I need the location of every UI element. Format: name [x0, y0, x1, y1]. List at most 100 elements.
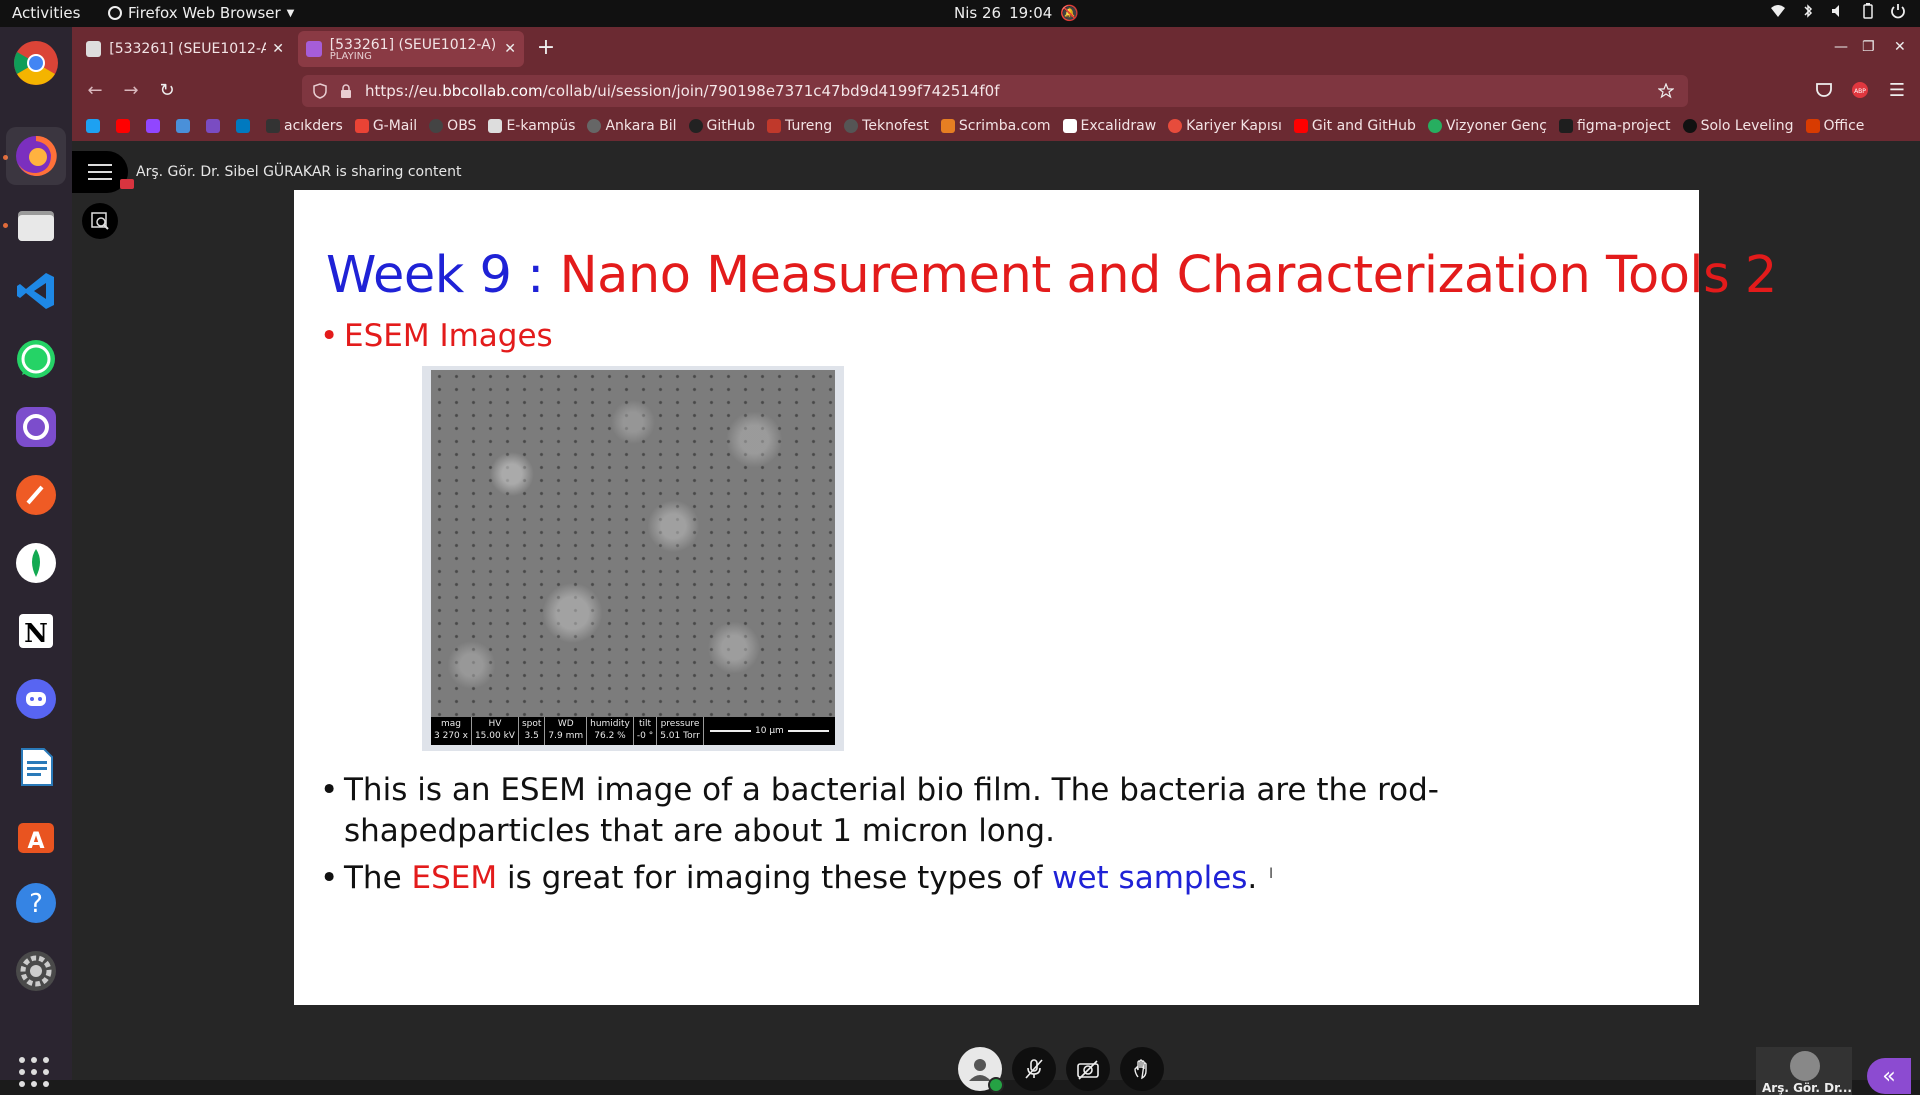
- files-icon[interactable]: [12, 201, 60, 249]
- bookmark-office[interactable]: Office: [1805, 118, 1865, 134]
- forward-icon[interactable]: →: [120, 80, 142, 102]
- shield-icon[interactable]: [312, 83, 328, 99]
- bookmark-item[interactable]: [236, 119, 254, 133]
- github-icon[interactable]: [12, 403, 60, 451]
- bookmark-label: Solo Leveling: [1700, 118, 1794, 134]
- bookmark-kariyer-kapisi[interactable]: Kariyer Kapısı: [1168, 118, 1282, 134]
- youtube-icon: [1293, 119, 1308, 133]
- bookmark-obs[interactable]: OBS: [429, 118, 476, 134]
- bookmark-item[interactable]: [206, 119, 224, 133]
- double-chevron-left-icon: «: [1882, 1063, 1896, 1089]
- whatsapp-icon[interactable]: [12, 335, 60, 383]
- activities-button[interactable]: Activities: [12, 4, 80, 22]
- close-tab-icon[interactable]: ✕: [272, 41, 284, 57]
- date-label: Nis 26: [954, 4, 1002, 22]
- wifi-icon: [1771, 5, 1785, 17]
- twitch-icon: [146, 119, 160, 133]
- close-tab-icon[interactable]: ✕: [504, 41, 516, 57]
- bookmark-label: G-Mail: [372, 118, 418, 134]
- raise-hand-button[interactable]: [1120, 1047, 1164, 1091]
- bookmarks-bar: acıkders G-Mail OBS E-kampüs Ankara Bil …: [72, 111, 1920, 141]
- bookmark-label: Vizyoner Genç: [1445, 118, 1547, 134]
- vscode-icon[interactable]: [12, 267, 60, 315]
- bluetooth-icon: [1804, 4, 1813, 18]
- my-status-button[interactable]: [958, 1047, 1004, 1093]
- bookmark-star-icon[interactable]: [1658, 83, 1674, 99]
- excalidraw-icon: [1062, 119, 1077, 133]
- clock[interactable]: Nis 26 19:04 🔕: [954, 4, 1079, 22]
- bookmark-vizyoner-genc[interactable]: Vizyoner Genç: [1427, 118, 1547, 134]
- new-tab-button[interactable]: +: [532, 35, 560, 63]
- bookmark-ekampus[interactable]: E-kampüs: [488, 118, 575, 134]
- bookmark-teknofest[interactable]: Teknofest: [844, 118, 929, 134]
- url-bar[interactable]: https://eu.bbcollab.com/collab/ui/sessio…: [302, 75, 1688, 107]
- system-tray[interactable]: [1770, 3, 1906, 19]
- participant-tile[interactable]: Arş. Gör. Dr...: [1756, 1047, 1852, 1095]
- svg-text:?: ?: [29, 889, 43, 919]
- top-bar: Activities Firefox Web Browser ▼ Nis 26 …: [0, 0, 1920, 27]
- url-text[interactable]: https://eu.bbcollab.com/collab/ui/sessio…: [365, 82, 1000, 100]
- notion-icon[interactable]: N: [12, 607, 60, 655]
- bookmark-excalidraw[interactable]: Excalidraw: [1062, 118, 1156, 134]
- pocket-icon[interactable]: [1814, 80, 1834, 100]
- adblock-icon[interactable]: ABP: [1850, 80, 1870, 100]
- app-name: Firefox Web Browser: [128, 4, 281, 22]
- libreoffice-writer-icon[interactable]: [12, 743, 60, 791]
- tab-bar: [533261] (SEUE1012-A) N ✕ [533261] (SEUE…: [72, 27, 1920, 71]
- sharing-status-text: Arş. Gör. Dr. Sibel GÜRAKAR is sharing c…: [136, 164, 462, 180]
- show-apps-icon[interactable]: [19, 1057, 49, 1087]
- tab-2[interactable]: [533261] (SEUE1012-A) N PLAYING ✕: [298, 31, 524, 67]
- bullet-text: The: [344, 860, 412, 896]
- bookmark-item[interactable]: [176, 119, 194, 133]
- hamburger-menu-icon[interactable]: ☰: [1886, 80, 1908, 102]
- bookmark-item[interactable]: [116, 119, 134, 133]
- open-panel-button[interactable]: «: [1867, 1058, 1911, 1094]
- bookmark-item[interactable]: [86, 119, 104, 133]
- postman-icon[interactable]: [12, 471, 60, 519]
- bookmark-label: GitHub: [706, 118, 756, 134]
- app-store-icon[interactable]: A: [12, 811, 60, 859]
- bullet-text: This is an ESEM image of a bacterial bio…: [344, 772, 1439, 849]
- bookmark-github[interactable]: GitHub: [688, 118, 756, 134]
- participant-name: Arş. Gör. Dr...: [1762, 1081, 1852, 1095]
- bullet-text: .: [1247, 860, 1258, 896]
- close-window-icon[interactable]: ✕: [1894, 39, 1906, 55]
- microphone-button[interactable]: [1012, 1047, 1056, 1091]
- bookmark-tureng[interactable]: Tureng: [767, 118, 832, 134]
- svg-text:A: A: [27, 829, 44, 854]
- navigation-bar: ← → ↻ https://eu.bbcollab.com/collab/ui/…: [72, 71, 1920, 111]
- app-menu[interactable]: Firefox Web Browser ▼: [108, 4, 294, 22]
- bookmark-gmail[interactable]: G-Mail: [354, 118, 418, 134]
- hand-icon: [1134, 1059, 1147, 1080]
- minimize-icon[interactable]: —: [1834, 39, 1848, 55]
- bookmark-favicon-icon: [1427, 119, 1442, 133]
- bookmark-ankara-bil[interactable]: Ankara Bil: [587, 118, 677, 134]
- bullet-highlight-blue: wet samples: [1052, 860, 1248, 896]
- bookmark-label: Scrimba.com: [958, 118, 1051, 134]
- firefox-icon[interactable]: [6, 127, 66, 185]
- settings-icon[interactable]: [12, 947, 60, 995]
- discord-icon[interactable]: [12, 675, 60, 723]
- bookmark-acikders[interactable]: acıkders: [266, 118, 343, 134]
- bookmark-figma-project[interactable]: figma-project: [1558, 118, 1671, 134]
- bookmark-item[interactable]: [146, 119, 164, 133]
- back-icon[interactable]: ←: [84, 80, 106, 102]
- help-icon[interactable]: ?: [12, 879, 60, 927]
- camera-button[interactable]: [1066, 1047, 1110, 1091]
- esem-scale-bar: 10 µm: [704, 717, 835, 745]
- bookmark-git-and-github[interactable]: Git and GitHub: [1293, 118, 1416, 134]
- tab-1[interactable]: [533261] (SEUE1012-A) N ✕: [78, 31, 292, 67]
- bookmark-favicon-icon: [206, 119, 220, 133]
- lock-icon[interactable]: [338, 83, 354, 99]
- mongodb-icon[interactable]: [12, 539, 60, 587]
- github-small-icon: [688, 119, 703, 133]
- restore-icon[interactable]: ❐: [1862, 39, 1875, 55]
- tureng-icon: [767, 119, 782, 133]
- reload-icon[interactable]: ↻: [156, 80, 178, 102]
- chrome-icon[interactable]: [12, 39, 60, 87]
- bookmark-label: Office: [1823, 118, 1865, 134]
- status-available-icon: [988, 1077, 1004, 1093]
- zoom-search-button[interactable]: [82, 203, 118, 239]
- bookmark-solo-leveling[interactable]: Solo Leveling: [1682, 118, 1794, 134]
- bookmark-scrimba[interactable]: Scrimba.com: [940, 118, 1051, 134]
